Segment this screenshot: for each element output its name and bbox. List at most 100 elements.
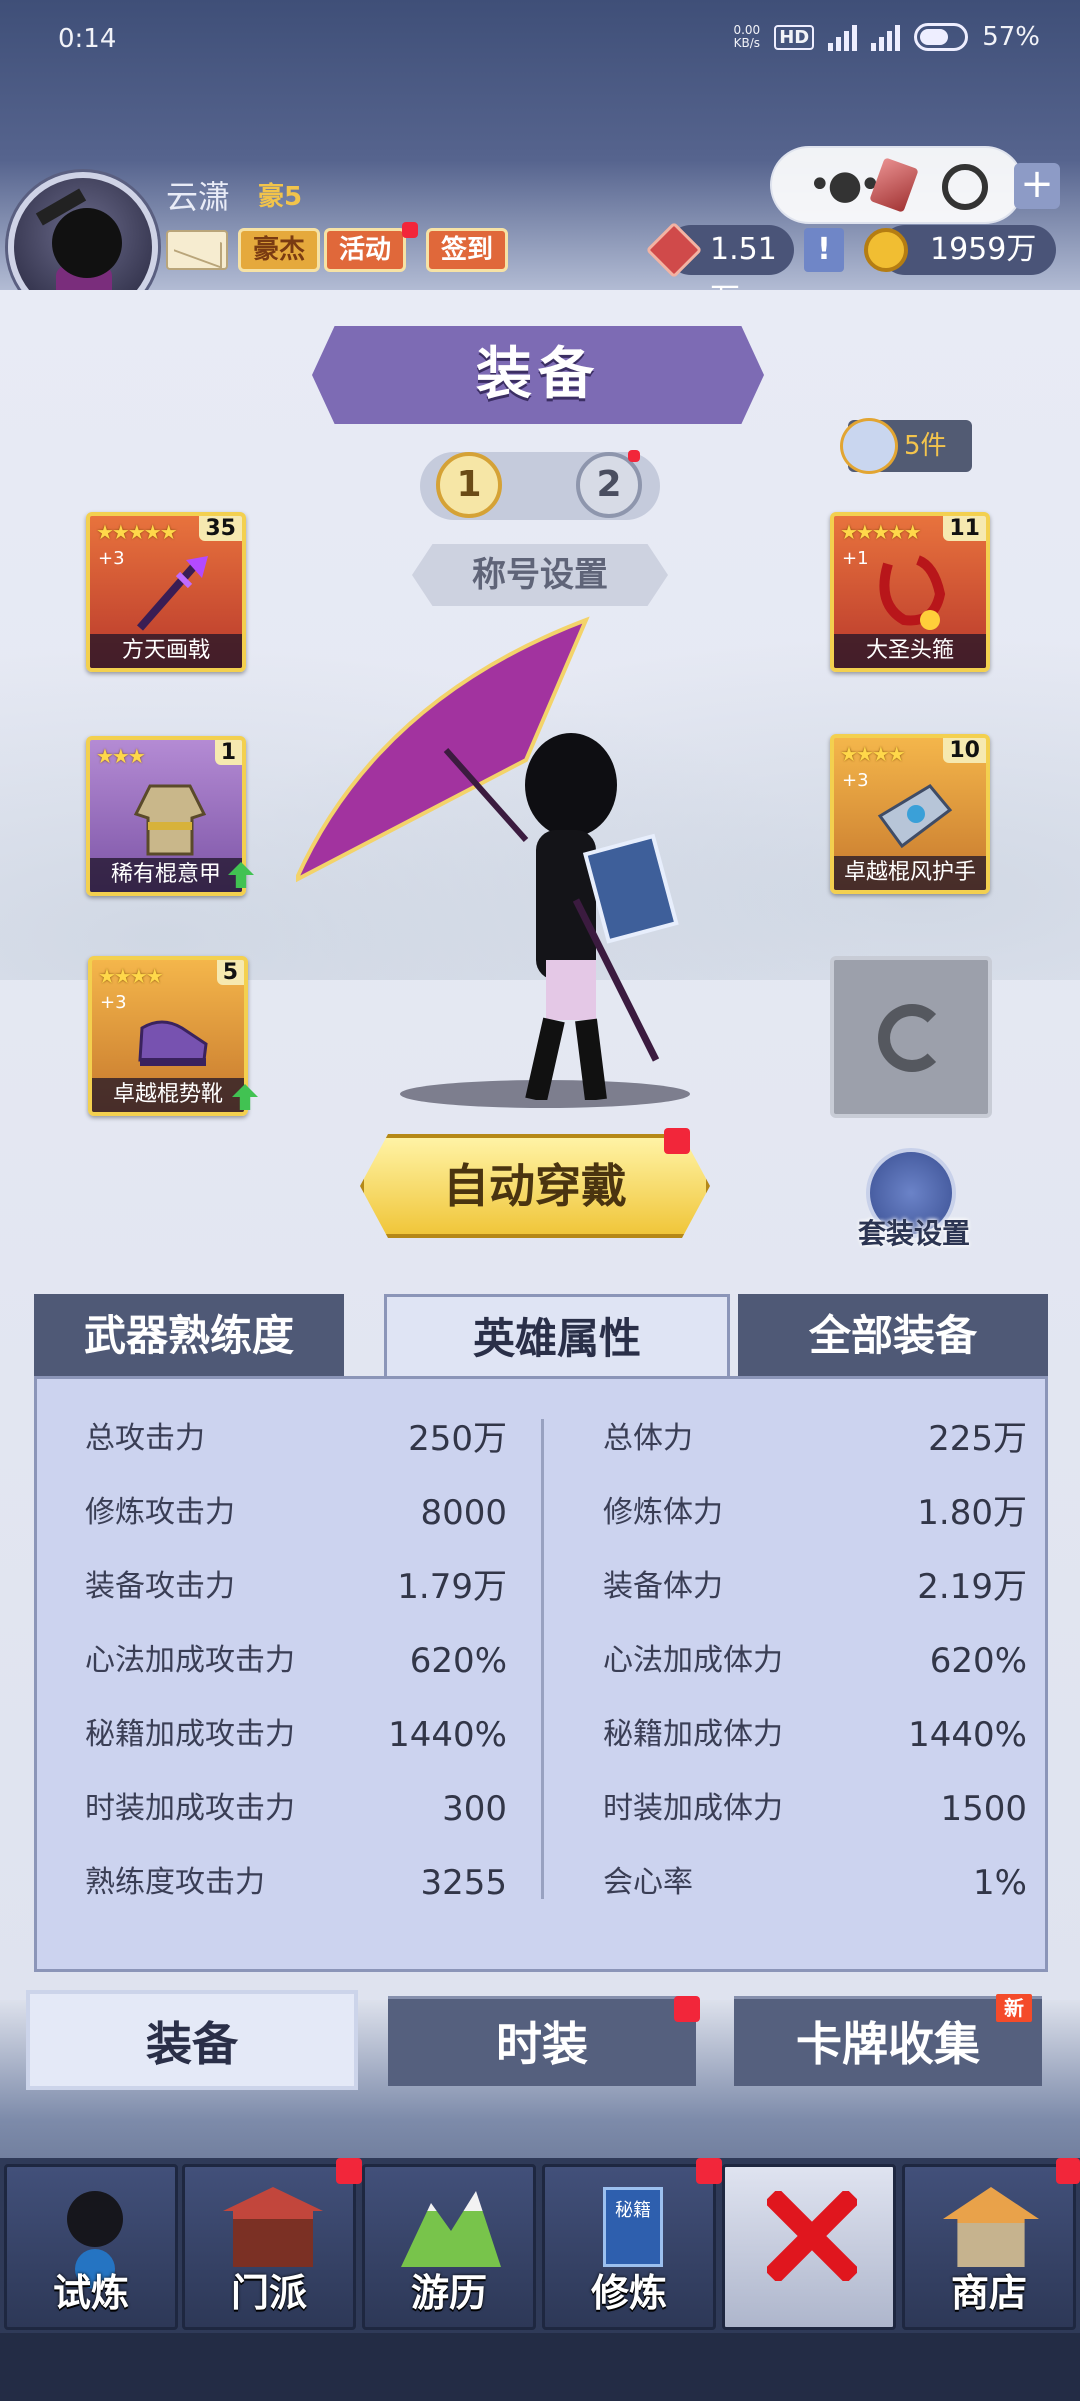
info-icon[interactable]: !	[804, 228, 844, 272]
stat-label: 总体力	[603, 1421, 693, 1456]
lock-ring-icon	[878, 1004, 946, 1072]
nav-trial[interactable]: 试炼	[4, 2164, 178, 2330]
notification-dot	[402, 222, 418, 238]
stat-label: 装备体力	[603, 1569, 723, 1604]
page-title: 装备	[476, 342, 600, 407]
stat-value: 1.79万	[397, 1567, 507, 1607]
tab-fashion[interactable]: 时装	[388, 1996, 696, 2086]
stat-label: 会心率	[603, 1865, 693, 1900]
notification-dot	[674, 1996, 700, 2022]
notification-dot	[696, 2158, 722, 2184]
battery-icon	[914, 23, 969, 51]
activity-button[interactable]: 活动	[324, 228, 407, 272]
landscape-icon	[401, 2191, 501, 2267]
notification-dot	[1056, 2158, 1080, 2184]
attribute-tabs: 武器熟练度 英雄属性 全部装备	[34, 1294, 1048, 1378]
item-name: 大圣头箍	[834, 634, 986, 668]
mail-icon[interactable]	[166, 230, 228, 270]
stat-value: 1500	[940, 1789, 1027, 1829]
title-setting-button[interactable]: 称号设置	[412, 544, 668, 606]
suit-setting-label[interactable]: 套装设置	[826, 1212, 1002, 1252]
more-icon[interactable]: •●•	[808, 165, 882, 205]
battery-level: 57%	[982, 22, 1040, 52]
item-name: 卓越棍风护手	[834, 856, 986, 890]
stat-value: 2.19万	[917, 1567, 1027, 1607]
boot-icon	[138, 1020, 208, 1066]
stat-value: 225万	[928, 1419, 1027, 1459]
stat-value: 1.80万	[917, 1493, 1027, 1533]
stat-label: 秘籍加成体力	[603, 1717, 783, 1752]
hero-character[interactable]	[296, 600, 776, 1100]
gloves-slot[interactable]: ★★★★ 10 +3 卓越棍风护手	[830, 734, 990, 894]
stat-value: 250万	[408, 1419, 507, 1459]
stat-label: 总攻击力	[85, 1421, 205, 1456]
stat-value: 8000	[420, 1493, 507, 1533]
stat-value: 1440%	[388, 1715, 507, 1755]
add-button[interactable]: +	[1014, 163, 1060, 209]
headband-icon	[879, 555, 946, 630]
stat-label: 时装加成体力	[603, 1791, 783, 1826]
halberd-icon	[136, 556, 208, 631]
boots-slot[interactable]: ★★★★ 5 +3 卓越棍势靴	[88, 956, 248, 1116]
signal-icon-2	[871, 23, 901, 51]
signal-icon	[828, 23, 858, 51]
tab-weapon-mastery[interactable]: 武器熟练度	[34, 1294, 344, 1378]
nav-equipment-selected[interactable]	[722, 2164, 896, 2330]
column-divider	[541, 1419, 544, 1899]
item-name: 稀有棍意甲	[90, 858, 242, 892]
hd-icon: HD	[774, 24, 815, 50]
ninja-icon	[67, 2191, 123, 2247]
stat-label: 熟练度攻击力	[85, 1865, 265, 1900]
stat-label: 心法加成攻击力	[85, 1643, 295, 1678]
stats-panel[interactable]: 总攻击力 250万修炼攻击力 8000 装备攻击力 1.79万心法加成攻击力 620% 秘籍…	[34, 1376, 1048, 1972]
hero-button[interactable]: 豪杰	[238, 228, 321, 272]
robe-icon	[133, 784, 207, 856]
bottom-tabs: 装备 时装 卡牌收集 新	[0, 1990, 1080, 2100]
headband-slot[interactable]: ★★★★★ 11 +1 大圣头箍	[830, 512, 990, 672]
nav-travel[interactable]: 游历	[362, 2164, 536, 2330]
stat-label: 修炼体力	[603, 1495, 723, 1530]
player-name: 云潇	[166, 178, 231, 216]
notification-dot	[628, 450, 640, 462]
vip-level: 豪5	[258, 182, 303, 212]
item-name: 卓越棍势靴	[92, 1078, 244, 1112]
auto-equip-button[interactable]: 自动穿戴	[360, 1134, 710, 1238]
stat-label: 时装加成攻击力	[85, 1791, 295, 1826]
notification-dot	[336, 2158, 362, 2184]
weapon-slot[interactable]: ★★★★★ 35 +3 方天画戟	[86, 512, 246, 672]
nav-shop[interactable]: 商店	[902, 2164, 1076, 2330]
bag-icon	[840, 418, 898, 474]
signin-button[interactable]: 签到	[426, 228, 509, 272]
new-badge: 新	[996, 1994, 1032, 2022]
stat-value: 1%	[973, 1863, 1027, 1903]
tab-all-equipment[interactable]: 全部装备	[738, 1294, 1048, 1378]
clock: 0:14	[58, 24, 117, 54]
close-capsule-icon[interactable]	[942, 164, 988, 210]
stat-label: 心法加成体力	[603, 1643, 783, 1678]
stat-value: 3255	[420, 1863, 507, 1903]
stat-value: 620%	[929, 1641, 1027, 1681]
stat-label: 修炼攻击力	[85, 1495, 235, 1530]
status-icons: 0.00 KB/s HD 57%	[733, 22, 1040, 52]
stat-label: 秘籍加成攻击力	[85, 1717, 295, 1752]
tab-equipment[interactable]: 装备	[26, 1990, 358, 2090]
stat-value: 1440%	[908, 1715, 1027, 1755]
status-bar: 0:14 0.00 KB/s HD 57%	[0, 0, 1080, 80]
crossed-swords-icon	[767, 2191, 857, 2281]
notification-dot	[664, 1128, 690, 1154]
set-1-button[interactable]: 1	[436, 452, 502, 518]
tab-hero-attributes[interactable]: 英雄属性	[384, 1294, 730, 1378]
shop-icon	[943, 2187, 1039, 2267]
stat-value: 620%	[409, 1641, 507, 1681]
item-name: 方天画戟	[90, 634, 242, 668]
system-nav-strip	[0, 2333, 1080, 2401]
empty-equipment-slot[interactable]	[830, 956, 992, 1118]
stat-value: 300	[442, 1789, 507, 1829]
nav-cultivation[interactable]: 秘籍 修炼	[542, 2164, 716, 2330]
stat-label: 装备攻击力	[85, 1569, 235, 1604]
armor-slot[interactable]: ★★★ 1 稀有棍意甲	[86, 736, 246, 896]
nav-sect[interactable]: 门派	[182, 2164, 356, 2330]
network-speed: 0.00 KB/s	[733, 23, 761, 50]
item-count-badge[interactable]: 5件	[840, 418, 972, 474]
mini-program-capsule[interactable]: •●•	[770, 146, 1024, 224]
